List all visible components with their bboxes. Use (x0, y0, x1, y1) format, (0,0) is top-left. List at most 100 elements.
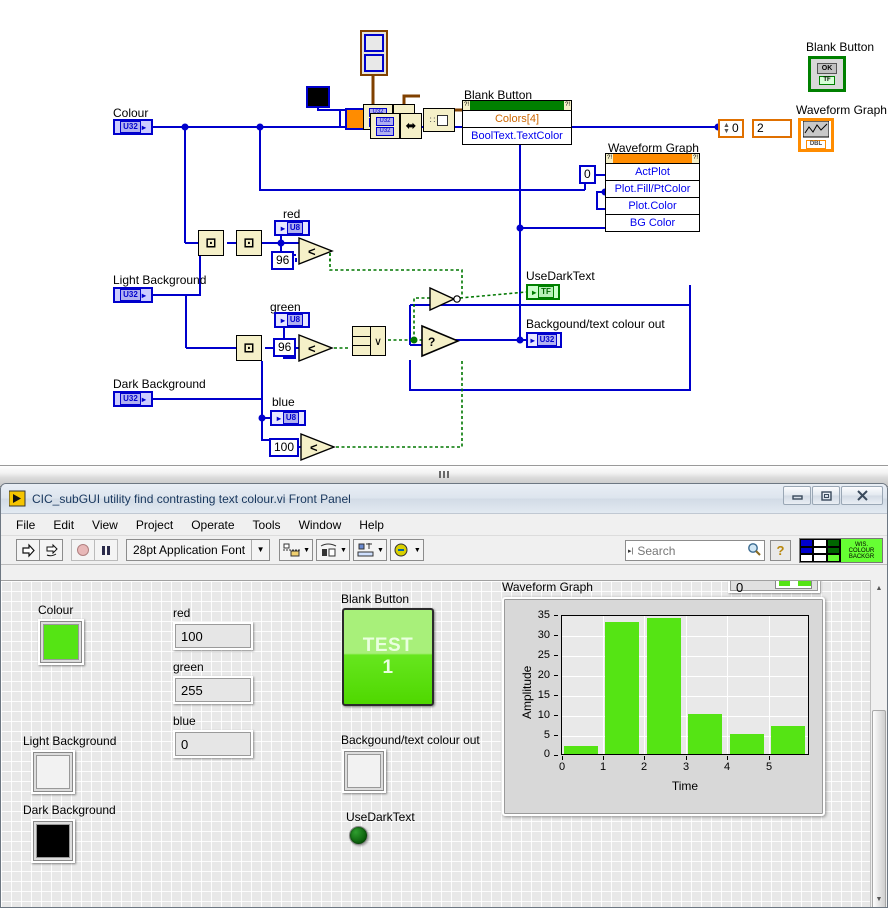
menu-item-edit[interactable]: Edit (44, 516, 83, 534)
ytick-label-30: 30 (537, 629, 550, 641)
bd-terminal-dark-background[interactable]: U32 ▸ (113, 391, 153, 407)
magnifier-icon[interactable] (747, 542, 761, 559)
pn-row-plot-fill-ptcolor[interactable]: Plot.Fill/PtColor (606, 180, 699, 197)
menu-item-view[interactable]: View (83, 516, 127, 534)
context-help-button[interactable]: ? (770, 540, 791, 561)
font-selector[interactable]: 28pt Application Font ▼ (126, 539, 271, 561)
svg-text:<: < (308, 244, 316, 259)
run-continuously-button[interactable] (39, 539, 63, 561)
fp-light-background-box[interactable] (31, 750, 75, 794)
bd-bundle-node-2[interactable]: U32 U32 (370, 113, 400, 139)
abort-execution-button[interactable] (71, 539, 95, 561)
pn-bar-waveform-graph: ?! ?! (606, 154, 699, 163)
svg-text:<: < (310, 440, 318, 455)
bd-constant-colour-black[interactable] (306, 86, 330, 108)
bd-indicator-blue[interactable]: ▸ U8 (270, 410, 306, 426)
align-objects-button[interactable]: ▼ (279, 539, 314, 561)
menu-bar[interactable]: File Edit View Project Operate Tools Win… (1, 514, 887, 536)
bd-terminal-waveform-graph-icon[interactable]: DBL (798, 118, 834, 152)
xtick-mark (562, 756, 563, 760)
bd-property-node-waveform-graph[interactable]: ?! ?! ActPlot Plot.Fill/PtColor Plot.Col… (605, 153, 700, 232)
bd-terminal-blank-button-icon[interactable]: OK TF (808, 56, 846, 92)
bd-build-array-node[interactable]: ∷ (423, 108, 455, 132)
bd-constant-red-threshold[interactable]: 96 (271, 251, 295, 270)
bd-split-number-2[interactable]: ⊡ (236, 230, 262, 256)
menu-item-operate[interactable]: Operate (182, 516, 243, 534)
vi-icon-glyph[interactable]: WIS. COLOUR BACKGR (840, 539, 882, 562)
bd-split-number-3[interactable]: ⊡ (236, 335, 262, 361)
pn-row-plot-color[interactable]: Plot.Color (606, 197, 699, 214)
fp-legend-plot-label: Plot 0 (736, 580, 744, 595)
ytick-mark (554, 615, 558, 616)
xtick-label-3: 3 (682, 761, 690, 773)
scroll-down-arrow-icon[interactable]: ▼ (871, 891, 887, 907)
vertical-scrollbar[interactable]: ▲ ▼ (870, 580, 887, 907)
scroll-up-arrow-icon[interactable]: ▲ (871, 580, 887, 596)
run-button[interactable] (16, 539, 40, 561)
bd-constant-graph-index[interactable]: ▲ ▼ 0 (718, 119, 744, 138)
bd-less-than-node-blue[interactable]: < (300, 432, 336, 462)
bd-indicator-green[interactable]: ▸ U8 (274, 312, 310, 328)
bd-constant-blue-threshold[interactable]: 100 (269, 438, 300, 457)
terminal-arrow-icon: ▸ (280, 223, 285, 233)
scrollbar-thumb[interactable] (872, 710, 886, 907)
bd-indicator-blue-type: U8 (282, 412, 300, 424)
abort-stop-icon (77, 544, 89, 556)
window-buttons (783, 486, 883, 505)
bd-less-than-node-green[interactable]: < (298, 333, 334, 363)
bd-not-node[interactable] (428, 286, 462, 312)
vi-icon-connector-pane[interactable]: WIS. COLOUR BACKGR (799, 538, 883, 563)
xtick-label-4: 4 (723, 761, 731, 773)
bd-indicator-usedarktext[interactable]: ▸ TF (526, 284, 560, 300)
fp-blue-input[interactable]: 0 (173, 730, 253, 758)
distribute-objects-button[interactable]: ▼ (316, 539, 350, 561)
bd-constant-green-threshold[interactable]: 96 (273, 338, 297, 357)
fp-dark-background-box[interactable] (31, 819, 75, 863)
bd-less-than-node-red[interactable]: < (298, 236, 334, 266)
pn-row-colors4[interactable]: Colors[4] (463, 110, 571, 127)
bd-constant-actplot[interactable]: 0 (579, 165, 596, 184)
bd-cluster-constant[interactable] (360, 30, 388, 76)
search-area[interactable]: ▸| Search ? (625, 540, 791, 561)
bd-terminal-colour[interactable]: U32 ▸ (113, 119, 153, 135)
fp-colour-box[interactable] (38, 619, 84, 665)
fp-green-input[interactable]: 255 (173, 676, 253, 704)
bd-indicator-red[interactable]: ▸ U8 (274, 220, 310, 236)
fp-waveform-graph[interactable]: 35 30 25 20 15 10 5 0 0 1 2 3 4 5 Amplit… (502, 597, 825, 816)
search-dropdown-icon[interactable]: ▸| (628, 547, 633, 555)
bd-constant-graph-value[interactable]: 2 (752, 119, 792, 138)
pn-row-bg-color[interactable]: BG Color (606, 214, 699, 231)
front-panel-canvas[interactable]: Colour Light Background Dark Background … (1, 580, 887, 907)
menu-item-project[interactable]: Project (127, 516, 182, 534)
bd-property-node-blank-button[interactable]: ?! ?! Colors[4] BoolText.TextColor (462, 100, 572, 145)
svg-text:<: < (308, 341, 316, 356)
reorder-objects-button[interactable]: ▼ (389, 539, 424, 561)
menu-item-tools[interactable]: Tools (244, 516, 290, 534)
bd-split-number-1[interactable]: ⊡ (198, 230, 224, 256)
minimize-button[interactable] (783, 486, 811, 505)
bd-indicator-usedarktext-type: TF (538, 286, 554, 298)
fp-graph-legend[interactable]: Plot 0 (728, 580, 820, 595)
pause-button[interactable] (94, 539, 118, 561)
bd-compound-or-node[interactable]: ∨ (352, 326, 386, 356)
bd-terminal-light-background[interactable]: U32 ▸ (113, 287, 153, 303)
connector-pane[interactable] (800, 539, 840, 562)
resize-objects-button[interactable]: ▼ (352, 539, 387, 561)
fp-legend-swatch[interactable] (774, 581, 812, 589)
fp-red-input[interactable]: 100 (173, 622, 253, 650)
pn-row-actplot[interactable]: ActPlot (606, 163, 699, 180)
bd-indicator-background-text-colour-out[interactable]: ▸ U32 (526, 332, 562, 348)
bd-select-node[interactable]: ? (420, 324, 460, 358)
search-input[interactable]: ▸| Search (625, 540, 765, 561)
maximize-button[interactable] (812, 486, 840, 505)
fp-plot-area[interactable] (561, 615, 809, 755)
toolbar[interactable]: 28pt Application Font ▼ ▼ ▼ ▼ ▼ ▸| Searc… (1, 536, 887, 565)
fp-blank-button[interactable]: TEST 1 (342, 608, 434, 706)
block-diagram[interactable]: Colour Light Background Dark Background … (0, 0, 888, 465)
pn-row-booltext-textcolor[interactable]: BoolText.TextColor (463, 127, 571, 144)
menu-item-help[interactable]: Help (350, 516, 393, 534)
close-button[interactable] (841, 486, 883, 505)
menu-item-file[interactable]: File (7, 516, 44, 534)
window-titlebar[interactable]: CIC_subGUI utility find contrasting text… (1, 484, 887, 514)
menu-item-window[interactable]: Window (290, 516, 351, 534)
